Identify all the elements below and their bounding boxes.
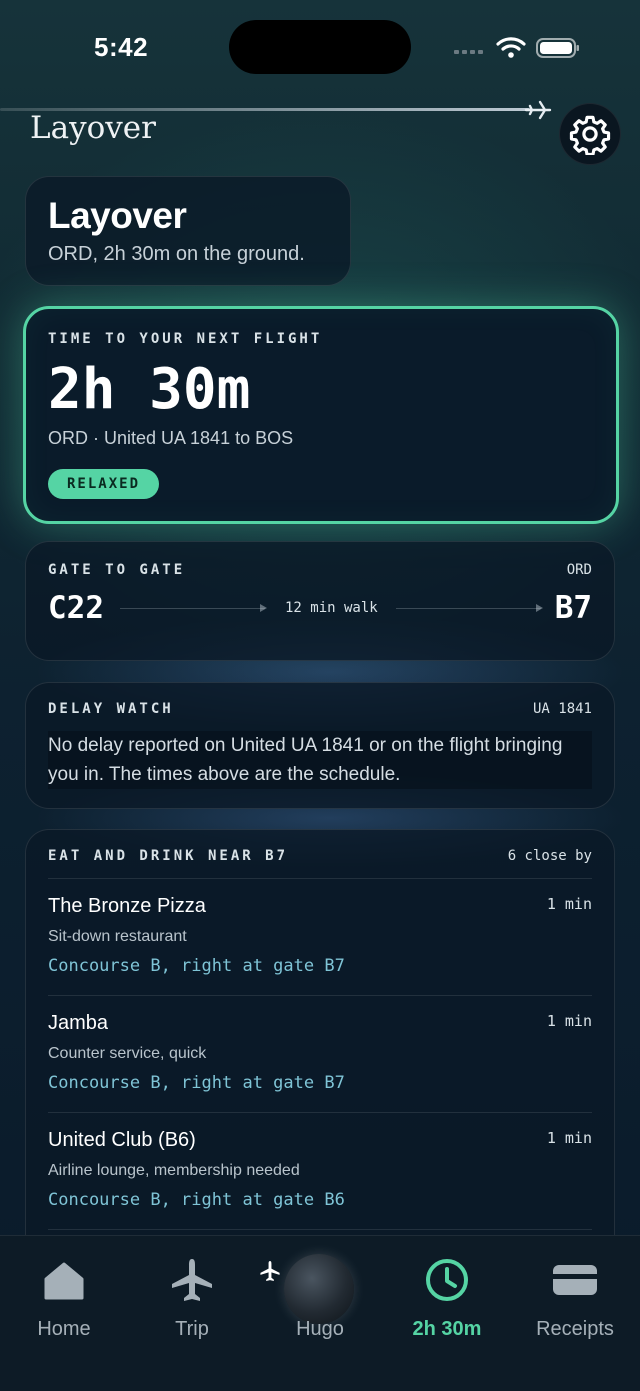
- status-bar: 5:42: [0, 0, 640, 96]
- tab-trip[interactable]: Trip: [137, 1256, 247, 1341]
- delay-message: No delay reported on United UA 1841 or o…: [48, 731, 592, 789]
- wifi-icon: [496, 37, 526, 58]
- place-location: Concourse B, right at gate B7: [48, 1073, 345, 1093]
- gate-to-gate-card[interactable]: GATE TO GATE ORD C22 12 min walk B7: [25, 541, 615, 661]
- tab-label: Trip: [175, 1318, 209, 1340]
- tab-label: Home: [37, 1318, 91, 1340]
- list-item[interactable]: United Club (B6) 1 min Airline lounge, m…: [48, 1113, 592, 1230]
- tab-layover[interactable]: 2h 30m: [392, 1256, 502, 1341]
- wallet-icon: [553, 1265, 597, 1295]
- status-badge: RELAXED: [48, 469, 160, 499]
- home-icon: [44, 1262, 84, 1300]
- place-walk-time: 1 min: [546, 1012, 592, 1030]
- tab-hugo[interactable]: Hugo: [260, 1254, 375, 1341]
- clock-icon: [426, 1259, 468, 1301]
- food-label: EAT AND DRINK NEAR B7: [48, 848, 289, 864]
- place-walk-time: 1 min: [546, 895, 592, 913]
- layover-heading: Layover: [48, 195, 187, 236]
- tab-bar: Home Trip Hugo 2h 30m Receipts: [0, 1235, 640, 1391]
- tab-home[interactable]: Home: [9, 1256, 119, 1341]
- place-location: Concourse B, right at gate B6: [48, 1190, 345, 1210]
- walk-time: 12 min walk: [284, 600, 378, 616]
- dynamic-island: [229, 20, 411, 74]
- battery-icon: [536, 38, 579, 58]
- place-walk-time: 1 min: [546, 1129, 592, 1147]
- place-location: Concourse B, right at gate B7: [48, 956, 345, 976]
- delay-flight-number: UA 1841: [532, 701, 592, 717]
- arrival-gate: C22: [48, 590, 104, 626]
- food-count: 6 close by: [507, 848, 592, 864]
- gate-label: GATE TO GATE: [48, 562, 186, 578]
- place-type: Counter service, quick: [48, 1045, 207, 1062]
- tab-label: Receipts: [536, 1318, 614, 1340]
- signal-icon: [454, 50, 483, 54]
- place-type: Sit-down restaurant: [48, 928, 187, 945]
- delay-watch-card[interactable]: DELAY WATCH UA 1841 No delay reported on…: [25, 682, 615, 809]
- list-item[interactable]: Jamba 1 min Counter service, quick Conco…: [48, 996, 592, 1113]
- tab-label: Hugo: [296, 1318, 344, 1340]
- globe-icon: [284, 1254, 354, 1324]
- place-name: Jamba: [48, 1012, 109, 1034]
- next-flight-description: ORD · United UA 1841 to BOS: [48, 428, 294, 448]
- walk-line-right: [395, 603, 543, 612]
- departure-gate: B7: [554, 590, 593, 626]
- list-item[interactable]: The Bronze Pizza 1 min Sit-down restaura…: [48, 879, 592, 996]
- tab-label: 2h 30m: [412, 1318, 482, 1340]
- gate-airport: ORD: [566, 562, 592, 578]
- countdown-label: TIME TO YOUR NEXT FLIGHT: [48, 331, 323, 347]
- tab-receipts[interactable]: Receipts: [520, 1256, 630, 1341]
- walk-line-left: [120, 603, 267, 612]
- place-type: Airline lounge, membership needed: [48, 1162, 300, 1179]
- status-time: 5:42: [94, 32, 149, 62]
- gear-icon: [569, 115, 611, 155]
- delay-label: DELAY WATCH: [48, 701, 174, 717]
- place-name: United Club (B6): [48, 1129, 196, 1151]
- layover-summary-card: Layover ORD, 2h 30m on the ground.: [25, 176, 351, 286]
- settings-button[interactable]: [559, 103, 621, 165]
- small-plane-icon: [260, 1260, 280, 1282]
- layover-subtitle: ORD, 2h 30m on the ground.: [48, 243, 305, 265]
- food-near-gate-card: EAT AND DRINK NEAR B7 6 close by The Bro…: [25, 829, 615, 1249]
- next-flight-countdown-card[interactable]: TIME TO YOUR NEXT FLIGHT 2h 30m ORD · Un…: [23, 306, 619, 524]
- countdown-time: 2h 30m: [48, 357, 251, 422]
- plane-icon: [172, 1259, 212, 1301]
- place-name: The Bronze Pizza: [48, 895, 206, 917]
- page-title: Layover: [30, 110, 156, 146]
- plane-icon: [524, 100, 552, 120]
